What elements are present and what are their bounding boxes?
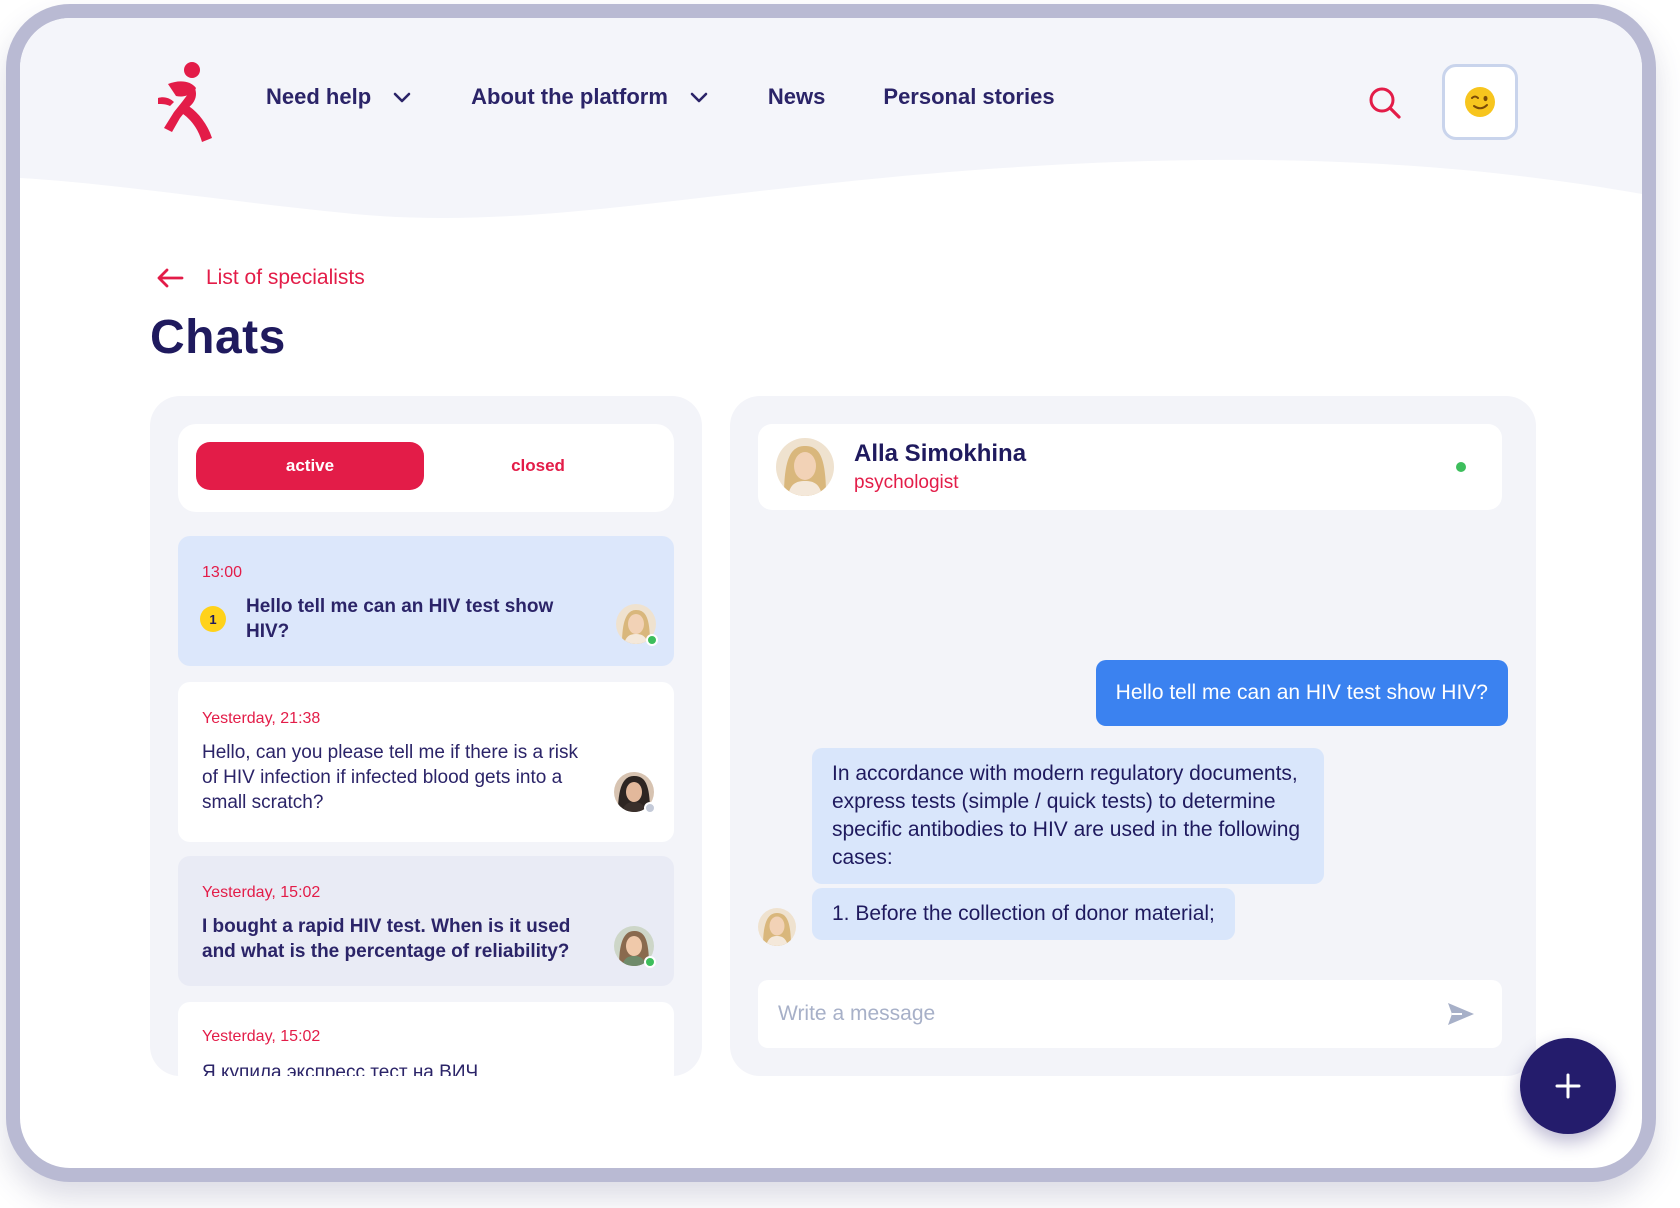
online-status-dot [1456, 462, 1466, 472]
incoming-message: 1. Before the collection of donor materi… [812, 888, 1235, 940]
chat-list-item[interactable]: Yesterday, 15:02 Я купила экспресс тест … [178, 1002, 674, 1076]
main-nav: Need help About the platform News Person… [266, 84, 1055, 110]
tab-active[interactable]: active [196, 442, 424, 490]
chevron-down-icon [393, 92, 411, 103]
avatar [614, 772, 656, 814]
conversation-panel: Alla Simokhina psychologist Hello tell m… [730, 396, 1536, 1076]
message-composer [758, 980, 1502, 1048]
nav-about-platform[interactable]: About the platform [471, 84, 710, 110]
online-status-dot [644, 956, 656, 968]
nav-news-label: News [767, 84, 826, 109]
unread-badge: 1 [200, 606, 226, 632]
chat-list-item[interactable]: Yesterday, 21:38 Hello, can you please t… [178, 682, 674, 842]
conversation-header: Alla Simokhina psychologist [758, 424, 1502, 510]
nav-need-help-label: Need help [266, 84, 372, 109]
chat-preview: Hello tell me can an HIV test show HIV? [246, 596, 554, 642]
chat-time: Yesterday, 15:02 [202, 1028, 321, 1045]
avatar [616, 604, 658, 646]
message-input[interactable] [778, 980, 1418, 1048]
chat-preview: I bought a rapid HIV test. When is it us… [202, 916, 571, 962]
search-icon[interactable] [1366, 84, 1404, 122]
offline-status-dot [644, 802, 656, 814]
avatar [776, 438, 834, 496]
header-background [20, 18, 1642, 219]
chat-time: Yesterday, 21:38 [202, 710, 321, 727]
breadcrumb-label: List of specialists [206, 266, 365, 289]
online-status-dot [646, 634, 658, 646]
specialist-name: Alla Simokhina [854, 440, 1027, 467]
incoming-message: In accordance with modern regulatory doc… [812, 748, 1324, 884]
chat-time: Yesterday, 15:02 [202, 884, 321, 901]
nav-about-platform-label: About the platform [471, 84, 668, 109]
tab-closed[interactable]: closed [424, 442, 652, 490]
chevron-down-icon [690, 92, 708, 103]
avatar [758, 908, 796, 946]
back-to-specialists-link[interactable]: List of specialists [156, 266, 365, 290]
send-icon[interactable] [1446, 1000, 1476, 1028]
chat-time: 13:00 [202, 564, 243, 581]
chat-preview: Hello, can you please tell me if there i… [202, 742, 578, 813]
new-chat-button[interactable] [1520, 1038, 1616, 1134]
avatar [614, 926, 656, 968]
arrow-left-icon [157, 268, 184, 288]
outgoing-message: Hello tell me can an HIV test show HIV? [1095, 660, 1508, 726]
specialist-role: psychologist [854, 472, 959, 493]
chat-list-item[interactable]: 13:00 1 Hello tell me can an HIV test sh… [178, 536, 674, 666]
chat-preview: Я купила экспресс тест на ВИЧ [202, 1062, 479, 1076]
device-frame: Need help About the platform News Person… [6, 4, 1656, 1182]
chat-list-panel: active closed 13:00 1 Hello tell me can … [150, 396, 702, 1076]
logo-icon[interactable] [150, 58, 222, 144]
page-title: Chats [150, 311, 286, 364]
nav-news[interactable]: News [768, 84, 825, 110]
nav-personal-stories-label: Personal stories [883, 84, 1055, 109]
nav-personal-stories[interactable]: Personal stories [883, 84, 1054, 110]
plus-icon [1555, 1073, 1581, 1099]
winking-face-icon [1465, 87, 1495, 117]
app-screen: Need help About the platform News Person… [20, 18, 1642, 1168]
chat-status-tabs: active closed [178, 424, 674, 512]
profile-button[interactable] [1442, 64, 1518, 140]
chat-list-item[interactable]: Yesterday, 15:02 I bought a rapid HIV te… [178, 856, 674, 986]
nav-need-help[interactable]: Need help [266, 84, 413, 110]
